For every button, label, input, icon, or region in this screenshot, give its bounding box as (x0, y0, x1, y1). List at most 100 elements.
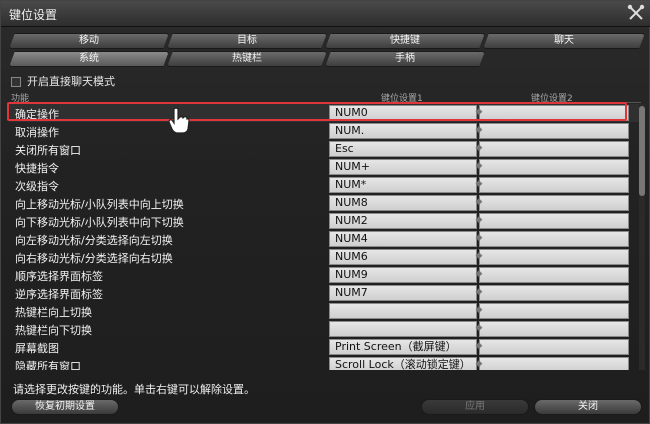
footer-hint: 请选择更改按键的功能。单击右键可以解除设置。 (13, 383, 255, 396)
function-name: 向下移动光标/小队列表中向下切换 (15, 216, 184, 229)
table-row[interactable]: 向上移动光标/小队列表中向上切换 NUM8 ◆ (9, 194, 639, 212)
table-row[interactable]: 热键栏向下切换 ◆ (9, 320, 639, 338)
tab-target[interactable]: 目标 (167, 33, 327, 49)
separator-icon: ◆ (475, 197, 483, 207)
table-row[interactable]: 屏幕截图 Print Screen（截屏键） ◆ (9, 338, 639, 356)
key1-slot[interactable]: NUM+ (329, 159, 477, 175)
function-name: 确定操作 (15, 108, 59, 121)
list-scrollbar[interactable] (639, 104, 645, 370)
key2-slot[interactable] (479, 177, 629, 193)
key1-slot[interactable]: NUM4 (329, 231, 477, 247)
function-name: 隐藏所有窗口 (15, 360, 81, 370)
table-row[interactable]: 快捷指令 NUM+ ◆ (9, 158, 639, 176)
key2-slot[interactable] (479, 159, 629, 175)
key1-slot[interactable] (329, 303, 477, 319)
key1-slot[interactable]: Scroll Lock（滚动锁定键） (329, 357, 477, 370)
title-bar[interactable]: 键位设置 (1, 1, 650, 27)
tab-movement[interactable]: 移动 (9, 33, 169, 49)
key2-slot[interactable] (479, 303, 629, 319)
separator-icon: ◆ (475, 269, 483, 279)
function-name: 取消操作 (15, 126, 59, 139)
key2-slot[interactable] (479, 249, 629, 265)
function-name: 逆序选择界面标签 (15, 288, 103, 301)
header-divider (9, 102, 641, 103)
separator-icon: ◆ (475, 179, 483, 189)
key1-slot[interactable]: NUM8 (329, 195, 477, 211)
key2-slot[interactable] (479, 321, 629, 337)
function-name: 向上移动光标/小队列表中向上切换 (15, 198, 184, 211)
key2-slot[interactable] (479, 123, 629, 139)
table-row[interactable]: 隐藏所有窗口 Scroll Lock（滚动锁定键） ◆ (9, 356, 639, 370)
tab-row-2: 系统 热键栏 手柄 (9, 51, 645, 67)
separator-icon: ◆ (475, 233, 483, 243)
key1-slot[interactable]: NUM6 (329, 249, 477, 265)
reset-defaults-button[interactable]: 恢复初期设置 (11, 399, 119, 415)
key2-slot[interactable] (479, 357, 629, 370)
function-name: 次级指令 (15, 180, 59, 193)
separator-icon: ◆ (475, 305, 483, 315)
separator-icon: ◆ (475, 143, 483, 153)
separator-icon: ◆ (475, 251, 483, 261)
key2-slot[interactable] (479, 105, 629, 121)
keybind-list: 确定操作 NUM0 ◆ 取消操作 NUM. ◆ 关闭所有窗口 Esc ◆ 快捷指… (9, 104, 639, 370)
function-name: 关闭所有窗口 (15, 144, 81, 157)
table-row[interactable]: 关闭所有窗口 Esc ◆ (9, 140, 639, 158)
key1-slot[interactable]: Esc (329, 141, 477, 157)
function-name: 向右移动光标/分类选择向右切换 (15, 252, 173, 265)
keybind-settings-window: 键位设置 移动 目标 快捷键 聊天 系统 热键栏 手柄 开启直接聊天模式 功能 … (0, 0, 650, 424)
key2-slot[interactable] (479, 195, 629, 211)
key1-slot[interactable]: Print Screen（截屏键） (329, 339, 477, 355)
key1-slot[interactable]: NUM2 (329, 213, 477, 229)
function-name: 热键栏向上切换 (15, 306, 92, 319)
key1-slot[interactable]: NUM* (329, 177, 477, 193)
direct-chat-option[interactable]: 开启直接聊天模式 (11, 73, 115, 88)
key2-slot[interactable] (479, 141, 629, 157)
table-row[interactable]: 向右移动光标/分类选择向右切换 NUM6 ◆ (9, 248, 639, 266)
separator-icon: ◆ (475, 215, 483, 225)
separator-icon: ◆ (475, 107, 483, 117)
function-name: 顺序选择界面标签 (15, 270, 103, 283)
direct-chat-checkbox[interactable] (11, 77, 21, 87)
separator-icon: ◆ (475, 341, 483, 351)
key1-slot[interactable]: NUM9 (329, 267, 477, 283)
table-row[interactable]: 向下移动光标/小队列表中向下切换 NUM2 ◆ (9, 212, 639, 230)
key1-slot[interactable]: NUM. (329, 123, 477, 139)
separator-icon: ◆ (475, 161, 483, 171)
table-row[interactable]: 逆序选择界面标签 NUM7 ◆ (9, 284, 639, 302)
separator-icon: ◆ (475, 359, 483, 369)
key2-slot[interactable] (479, 339, 629, 355)
apply-button[interactable]: 应用 (421, 399, 529, 415)
scrollbar-thumb[interactable] (639, 106, 645, 196)
table-row[interactable]: 热键栏向上切换 ◆ (9, 302, 639, 320)
table-row[interactable]: 确定操作 NUM0 ◆ (9, 104, 639, 122)
tab-row-1: 移动 目标 快捷键 聊天 (9, 33, 645, 49)
table-row[interactable]: 顺序选择界面标签 NUM9 ◆ (9, 266, 639, 284)
window-title: 键位设置 (9, 8, 58, 22)
hand-cursor-icon (168, 107, 190, 134)
table-row[interactable]: 取消操作 NUM. ◆ (9, 122, 639, 140)
separator-icon: ◆ (475, 287, 483, 297)
key1-slot[interactable]: NUM0 (329, 105, 477, 121)
key1-slot[interactable] (329, 321, 477, 337)
direct-chat-label: 开启直接聊天模式 (27, 75, 115, 88)
table-row[interactable]: 次级指令 NUM* ◆ (9, 176, 639, 194)
key2-slot[interactable] (479, 213, 629, 229)
function-name: 屏幕截图 (15, 342, 59, 355)
tools-icon[interactable] (627, 4, 645, 22)
function-name: 向左移动光标/分类选择向左切换 (15, 234, 173, 247)
tab-shortcuts[interactable]: 快捷键 (325, 33, 485, 49)
table-row[interactable]: 向左移动光标/分类选择向左切换 NUM4 ◆ (9, 230, 639, 248)
key2-slot[interactable] (479, 231, 629, 247)
separator-icon: ◆ (475, 323, 483, 333)
key2-slot[interactable] (479, 285, 629, 301)
tab-gamepad[interactable]: 手柄 (325, 51, 485, 67)
function-name: 热键栏向下切换 (15, 324, 92, 337)
close-button[interactable]: 关闭 (534, 399, 642, 415)
key1-slot[interactable]: NUM7 (329, 285, 477, 301)
function-name: 快捷指令 (15, 162, 59, 175)
key2-slot[interactable] (479, 267, 629, 283)
tab-hotbar[interactable]: 热键栏 (167, 51, 327, 67)
tab-chat[interactable]: 聊天 (483, 33, 645, 49)
separator-icon: ◆ (475, 125, 483, 135)
tab-system[interactable]: 系统 (9, 51, 169, 67)
